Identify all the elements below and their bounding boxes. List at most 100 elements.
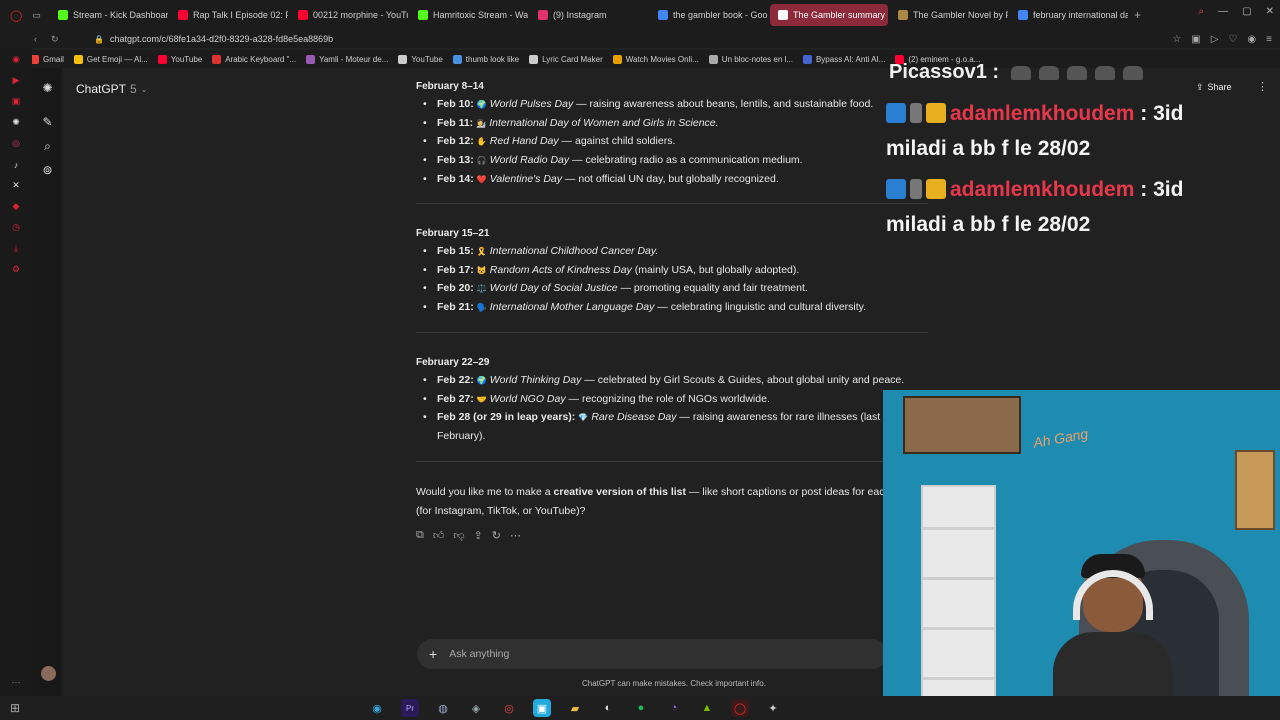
bookmark-item[interactable]: Yamli - Moteur de... <box>306 54 388 64</box>
tiktok-icon[interactable]: ♪ <box>11 159 22 170</box>
browser-tab[interactable]: Stream - Kick Dashboard <box>50 4 168 26</box>
video-icon[interactable]: ▣ <box>11 96 22 107</box>
composer-input[interactable]: Ask anything <box>449 648 509 660</box>
browser-tab[interactable]: 00212 morphine - YouTu <box>290 4 408 26</box>
item-description: — raising awareness about beans, lentils… <box>573 98 874 110</box>
section-heading: February 15–21 <box>416 228 490 239</box>
list-item: Feb 13:🎧World Radio Day — celebrating ra… <box>423 154 937 166</box>
bookmark-item[interactable]: Get Emoji — Al... <box>73 54 148 64</box>
bookmark-icon[interactable]: ☆ <box>1172 34 1181 45</box>
bookmark-favicon-icon <box>612 54 622 64</box>
plus-icon[interactable]: + <box>429 646 437 662</box>
regenerate-icon[interactable]: ↻ <box>492 529 501 542</box>
discord-icon[interactable]: ◈ <box>467 699 485 717</box>
folder-icon[interactable]: ▰ <box>566 699 584 717</box>
play-icon[interactable]: ▷ <box>1211 34 1219 45</box>
crown-badge-icon <box>926 179 946 199</box>
profile-icon[interactable]: ◉ <box>1247 34 1256 45</box>
nvidia-icon[interactable]: ▲ <box>698 699 716 717</box>
shelf <box>921 485 996 720</box>
opera-logo-icon[interactable]: ◯ <box>10 9 22 22</box>
spotify-icon[interactable]: ● <box>632 699 650 717</box>
avatar[interactable] <box>41 666 56 681</box>
back-icon[interactable]: ‹ <box>34 34 37 45</box>
browser-tab[interactable]: The Gambler summary <box>770 4 888 26</box>
item-description: — promoting equality and fair treatment. <box>617 282 808 295</box>
bookmark-item[interactable]: Bypass AI: Anti AI... <box>802 54 885 64</box>
bookmark-item[interactable]: YouTube <box>157 54 202 64</box>
menu-icon[interactable]: ≡ <box>1266 34 1272 45</box>
capcut-icon[interactable]: ▣ <box>533 699 551 717</box>
chrome-icon[interactable]: ◎ <box>500 699 518 717</box>
search-tabs-icon[interactable]: ⌕ <box>1199 6 1205 17</box>
new-tab-icon[interactable]: + <box>1134 8 1141 22</box>
minimize-icon[interactable]: — <box>1218 6 1228 17</box>
steam-icon[interactable]: ◍ <box>434 699 452 717</box>
model-selector[interactable]: ChatGPT 5 ⌄ <box>76 82 147 96</box>
chatgpt-icon[interactable]: ✺ <box>11 117 22 128</box>
download-icon[interactable]: ⤓ <box>11 243 22 254</box>
start-icon[interactable]: ⊞ <box>10 701 20 715</box>
opera-taskbar-icon[interactable]: ◯ <box>731 699 749 717</box>
browser-tab[interactable]: february international da <box>1010 4 1128 26</box>
extensions: ☆ ▣ ▷ ♡ ◉ ≡ <box>1172 34 1272 45</box>
history-icon[interactable]: ◷ <box>11 222 22 233</box>
openai-logo-icon[interactable]: ✺ <box>41 82 54 95</box>
share-icon[interactable]: ⇪ <box>474 529 483 542</box>
item-emoji-icon: 👩‍🔬 <box>476 118 487 128</box>
bookmark-item[interactable]: Arabic Keyboard "... <box>212 54 296 64</box>
new-chat-icon[interactable]: ✎ <box>41 116 54 129</box>
settings-icon[interactable]: ⚙ <box>11 264 22 275</box>
obs-icon[interactable]: ◐ <box>599 699 617 717</box>
maximize-icon[interactable]: ▢ <box>1242 6 1251 17</box>
edge-icon[interactable]: ◉ <box>368 699 386 717</box>
browser-tab[interactable]: The Gambler Novel by F <box>890 4 1008 26</box>
browser-tab[interactable]: Rap Talk I Episode 02: F <box>170 4 288 26</box>
item-description: — not official UN day, but globally reco… <box>562 172 779 185</box>
bookmark-item[interactable]: Watch Movies Onli... <box>612 54 699 64</box>
bookmark-label: thumb look like <box>465 54 520 64</box>
tab-label: 00212 morphine - YouTu <box>313 10 408 20</box>
verified-badge-icon <box>886 179 906 199</box>
address-bar[interactable]: 🔒 chatgpt.com/c/68fe1a34-d2f0-8329-a328-… <box>94 34 333 44</box>
search-icon[interactable]: ⌕ <box>41 140 54 153</box>
thumbs-down-icon[interactable]: 👎︎ <box>453 529 464 542</box>
bookmark-item[interactable]: thumb look like <box>452 54 520 64</box>
thumbs-up-icon[interactable]: 👍︎ <box>433 529 445 542</box>
url-text[interactable]: chatgpt.com/c/68fe1a34-d2f0-8329-a328-fd… <box>110 34 333 44</box>
premiere-icon[interactable]: Pr <box>401 699 419 717</box>
more-icon[interactable]: ⋯ <box>12 677 21 688</box>
extension-icon[interactable]: ▣ <box>1191 34 1200 45</box>
more-options-icon[interactable]: ⋯ <box>510 529 521 542</box>
library-icon[interactable]: ⊚ <box>41 164 54 177</box>
bookmark-item[interactable]: Un bloc-notes en l... <box>708 54 793 64</box>
browser-tab[interactable]: Hamritoxic Stream - Wa <box>410 4 528 26</box>
copy-icon[interactable]: ⧉ <box>416 529 424 542</box>
bookmark-item[interactable]: Gmail <box>30 54 64 64</box>
tab-favicon-icon <box>778 10 788 20</box>
close-icon[interactable]: ✕ <box>1266 6 1274 17</box>
item-name: World Pulses Day <box>489 98 574 110</box>
opera-icon[interactable]: ◉ <box>11 54 22 65</box>
youtube-icon[interactable]: ▶ <box>11 75 22 86</box>
tab-menu-icon[interactable]: ▭ <box>32 10 41 21</box>
bookmark-favicon-icon <box>306 54 316 64</box>
instagram-icon[interactable]: ◎ <box>11 138 22 149</box>
pinboard-icon[interactable]: ◆ <box>11 201 22 212</box>
list-item: Feb 11:👩‍🔬International Day of Women and… <box>423 117 937 129</box>
tool-icon[interactable]: ✦ <box>764 699 782 717</box>
model-name: ChatGPT <box>76 82 127 96</box>
bookmark-item[interactable]: YouTube <box>398 54 443 64</box>
browser-tab[interactable]: (9) Instagram <box>530 4 648 26</box>
streamer-person <box>1053 550 1173 720</box>
wall-frame <box>1235 450 1275 530</box>
bookmark-favicon-icon <box>73 54 83 64</box>
heart-icon[interactable]: ♡ <box>1228 34 1237 45</box>
reload-icon[interactable]: ↻ <box>51 34 59 45</box>
bookmark-item[interactable]: Lyric Card Maker <box>529 54 603 64</box>
x-icon[interactable]: ✕ <box>11 180 22 191</box>
section-heading: February 8–14 <box>416 81 484 92</box>
composer[interactable]: + Ask anything <box>417 639 887 669</box>
browser-tab[interactable]: the gambler book - Goo <box>650 4 768 26</box>
messenger-icon[interactable]: ◔ <box>665 699 683 717</box>
